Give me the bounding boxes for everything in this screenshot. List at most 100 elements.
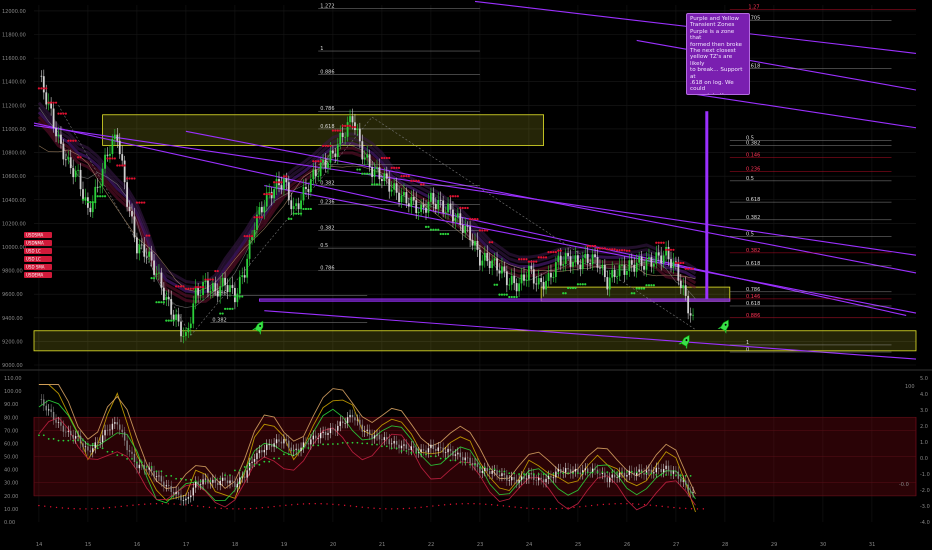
osc-candle-body (594, 468, 596, 470)
candle-body (285, 178, 288, 183)
candle-body (231, 285, 234, 288)
osc-baseline-dot (391, 508, 393, 510)
osc-candle-body (378, 434, 381, 440)
osc-candle-body (170, 485, 172, 492)
fib-label: 0.618 (746, 301, 760, 307)
sar-dot (290, 217, 293, 220)
candle-body (211, 283, 214, 291)
sar-dot (679, 261, 682, 265)
candle-body (430, 192, 432, 202)
candle-body (481, 260, 484, 266)
candle-body (562, 264, 565, 266)
osc-dot (52, 438, 55, 440)
osc-candle-body (219, 480, 221, 485)
osc-dot (488, 468, 491, 471)
oscillator-right-tick-label: -1.0 (920, 472, 930, 478)
osc-dot (351, 441, 354, 444)
candle-body (290, 200, 293, 210)
osc-candle-body (349, 414, 351, 418)
sar-dot (508, 295, 511, 299)
candle-body (579, 264, 582, 270)
indicator-badge-label: USD LC (26, 249, 41, 254)
osc-candle-body (319, 432, 322, 439)
candle-body (613, 269, 616, 278)
osc-baseline-dot (161, 502, 164, 505)
osc-candle-body (587, 468, 589, 472)
osc-candle-body (687, 484, 689, 492)
osc-candle-body (430, 444, 432, 449)
osc-candle-body (295, 448, 297, 450)
sar-dot (77, 156, 80, 159)
fib-label: 0.382 (746, 140, 760, 146)
candle-body (199, 294, 202, 296)
osc-candle-body (408, 448, 410, 451)
sar-dot (400, 175, 403, 178)
osc-candle-body (116, 422, 118, 425)
osc-dot (479, 466, 481, 469)
osc-baseline-dot (244, 508, 246, 510)
annotation-note[interactable]: Purple and Yellow Transient Zones Purple… (686, 13, 750, 95)
osc-baseline-dot (637, 503, 640, 505)
osc-baseline-dot (555, 507, 558, 510)
osc-candle-body (403, 444, 405, 446)
sar-dot (486, 229, 489, 232)
sar-dot (586, 244, 589, 248)
sar-dot (554, 251, 557, 254)
osc-baseline-dot (361, 506, 363, 508)
candle-body (439, 199, 442, 201)
osc-baseline-dot (632, 503, 634, 505)
osc-dot (185, 478, 187, 481)
sar-dot (564, 292, 567, 295)
sar-dot (211, 278, 214, 281)
sar-dot (579, 283, 582, 286)
candle-body (52, 108, 55, 128)
indicator-badge-label: USDSMA (26, 233, 44, 238)
candle-body (219, 286, 222, 297)
candle-body (466, 225, 469, 227)
sar-dot (687, 267, 690, 270)
osc-candle-body (334, 429, 337, 431)
sar-dot (356, 168, 359, 171)
candle-body (577, 255, 579, 265)
sar-dot (353, 125, 357, 129)
candle-body (197, 287, 200, 296)
osc-candle-body (476, 463, 479, 467)
x-tick-label: 22 (428, 542, 434, 548)
sar-dot (99, 195, 102, 198)
osc-baseline-dot (661, 505, 663, 508)
osc-baseline-dot (620, 502, 622, 505)
osc-candle-body (506, 475, 508, 481)
osc-baseline-dot (685, 507, 687, 510)
osc-candle-body (97, 442, 99, 444)
oscillator-annotation: 100 (905, 384, 915, 390)
osc-dot (425, 453, 427, 456)
sar-dot (84, 198, 87, 201)
osc-dot (77, 439, 79, 442)
sar-dot (89, 201, 92, 204)
candle-body (236, 293, 239, 303)
sar-dot (552, 251, 555, 254)
sar-dot (192, 287, 195, 290)
candle-body (601, 264, 604, 269)
sar-dot (361, 172, 364, 175)
osc-dot (243, 466, 246, 468)
oscillator-tick-label: 60.00 (4, 441, 18, 447)
sar-dot (209, 278, 212, 281)
osc-candle-body (246, 470, 248, 478)
osc-dot (209, 480, 212, 482)
osc-candle-body (447, 448, 449, 453)
sar-dot (297, 212, 300, 215)
osc-baseline-dot (579, 506, 581, 508)
candle-body (373, 168, 376, 178)
sar-dot (152, 277, 156, 280)
sar-dot (503, 293, 506, 296)
candle-body (300, 200, 302, 210)
fib-label: 0.5 (746, 231, 754, 237)
osc-dot (572, 472, 574, 475)
osc-baseline-dot (443, 504, 446, 506)
sar-dot (491, 241, 494, 244)
osc-dot (136, 461, 138, 464)
osc-baseline-dot (349, 505, 352, 507)
sar-dot (628, 249, 631, 252)
x-tick-label: 25 (575, 542, 581, 548)
